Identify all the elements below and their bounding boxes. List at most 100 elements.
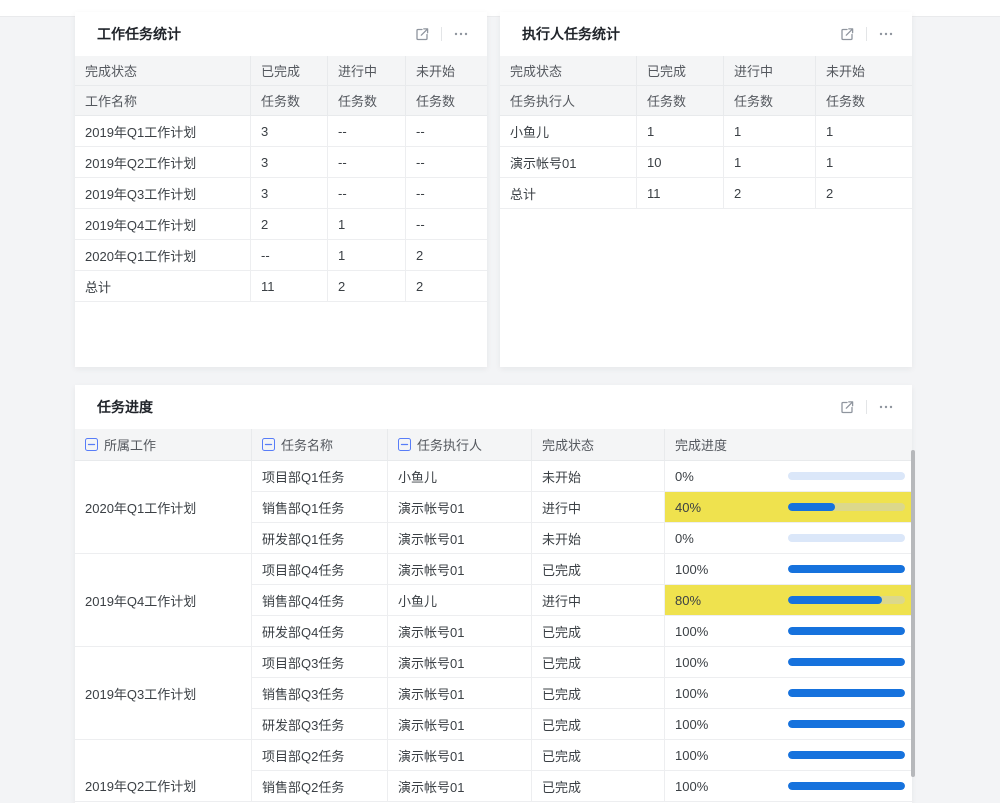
status-cell: 进行中	[532, 492, 665, 523]
progress-cell: 100%	[665, 771, 912, 802]
collapse-minus-icon[interactable]	[398, 438, 411, 451]
card-actions	[837, 24, 896, 44]
column-header: 进行中	[724, 56, 816, 86]
progress-cell: 100%	[665, 709, 912, 740]
row-header-cell: 2019年Q2工作计划	[75, 147, 251, 178]
value-cell: 11	[637, 178, 724, 209]
executor-cell: 演示帐号01	[388, 523, 532, 554]
value-cell: 3	[251, 147, 328, 178]
status-cell: 已完成	[532, 554, 665, 585]
progress-bar-fill	[788, 596, 882, 604]
row-header-cell: 2019年Q1工作计划	[75, 116, 251, 147]
value-cell: 2	[328, 271, 406, 302]
row-header-cell: 2019年Q4工作计划	[75, 209, 251, 240]
progress-bar-fill	[788, 782, 905, 790]
status-cell: 进行中	[532, 585, 665, 616]
progress-percent: 100%	[675, 624, 788, 639]
progress-cell: 100%	[665, 740, 912, 771]
value-cell: 1	[328, 209, 406, 240]
progress-bar-fill	[788, 720, 905, 728]
progress-bar-track	[788, 627, 905, 635]
divider	[866, 27, 867, 41]
collapse-minus-icon[interactable]	[262, 438, 275, 451]
task-name-cell: 销售部Q2任务	[252, 771, 388, 802]
more-icon[interactable]	[876, 24, 896, 44]
progress-bar-fill	[788, 689, 905, 697]
work-group-cell: 2019年Q4工作计划	[75, 554, 252, 647]
work-stats-card: 工作任务统计 完成状态已完成进行中未开始工作名称任务数任务数任务数2019年Q1…	[75, 12, 487, 367]
progress-percent: 100%	[675, 686, 788, 701]
progress-cell: 80%	[665, 585, 912, 616]
row-header-cell: 小鱼儿	[500, 116, 637, 147]
progress-percent: 100%	[675, 748, 788, 763]
progress-bar-fill	[788, 565, 905, 573]
progress-bar-track	[788, 503, 905, 511]
column-header: 完成状态	[75, 56, 251, 86]
progress-percent: 100%	[675, 779, 788, 794]
status-cell: 已完成	[532, 678, 665, 709]
vertical-scrollbar[interactable]	[911, 450, 915, 777]
card-header: 工作任务统计	[75, 12, 487, 56]
column-header: 任务数	[816, 86, 912, 116]
executor-cell: 演示帐号01	[388, 709, 532, 740]
value-cell: 1	[637, 116, 724, 147]
card-title: 执行人任务统计	[522, 24, 620, 44]
more-icon[interactable]	[876, 397, 896, 417]
row-header-cell: 总计	[500, 178, 637, 209]
value-cell: --	[328, 147, 406, 178]
task-name-cell: 研发部Q3任务	[252, 709, 388, 740]
column-header: 所属工作	[75, 429, 252, 461]
column-header: 任务数	[724, 86, 816, 116]
progress-bar-fill	[788, 503, 835, 511]
column-header: 任务数	[251, 86, 328, 116]
value-cell: 3	[251, 178, 328, 209]
divider	[441, 27, 442, 41]
status-cell: 未开始	[532, 523, 665, 554]
column-header: 已完成	[637, 56, 724, 86]
column-header: 任务数	[328, 86, 406, 116]
progress-percent: 100%	[675, 655, 788, 670]
progress-bar-fill	[788, 627, 905, 635]
row-header-cell: 2020年Q1工作计划	[75, 240, 251, 271]
task-name-cell: 销售部Q1任务	[252, 492, 388, 523]
executor-cell: 演示帐号01	[388, 554, 532, 585]
value-cell: 1	[328, 240, 406, 271]
column-header-label: 任务名称	[281, 435, 333, 454]
progress-bar-fill	[788, 751, 905, 759]
executor-cell: 演示帐号01	[388, 647, 532, 678]
progress-bar-track	[788, 596, 905, 604]
value-cell: 3	[251, 116, 328, 147]
progress-cell: 40%	[665, 492, 912, 523]
status-cell: 已完成	[532, 616, 665, 647]
value-cell: --	[328, 178, 406, 209]
open-in-new-icon[interactable]	[837, 397, 857, 417]
progress-percent: 0%	[675, 469, 788, 484]
value-cell: 1	[816, 147, 912, 178]
column-header-label: 所属工作	[104, 435, 156, 454]
open-in-new-icon[interactable]	[412, 24, 432, 44]
column-header-label: 任务执行人	[417, 435, 482, 454]
progress-percent: 0%	[675, 531, 788, 546]
value-cell: 10	[637, 147, 724, 178]
column-header: 任务执行人	[388, 429, 532, 461]
task-name-cell: 项目部Q3任务	[252, 647, 388, 678]
progress-cell: 0%	[665, 523, 912, 554]
collapse-minus-icon[interactable]	[85, 438, 98, 451]
column-header: 完成状态	[500, 56, 637, 86]
column-header: 任务数	[637, 86, 724, 116]
progress-bar-track	[788, 751, 905, 759]
progress-cell: 100%	[665, 616, 912, 647]
value-cell: --	[406, 209, 487, 240]
card-actions	[837, 397, 896, 417]
executor-stats-table: 完成状态已完成进行中未开始任务执行人任务数任务数任务数小鱼儿111演示帐号011…	[500, 56, 912, 209]
value-cell: 2	[406, 240, 487, 271]
column-header: 完成状态	[532, 429, 665, 461]
column-header: 未开始	[816, 56, 912, 86]
progress-bar-track	[788, 782, 905, 790]
open-in-new-icon[interactable]	[837, 24, 857, 44]
work-group-cell: 2020年Q1工作计划	[75, 461, 252, 554]
executor-cell: 小鱼儿	[388, 585, 532, 616]
progress-bar-track	[788, 658, 905, 666]
more-icon[interactable]	[451, 24, 471, 44]
value-cell: --	[251, 240, 328, 271]
